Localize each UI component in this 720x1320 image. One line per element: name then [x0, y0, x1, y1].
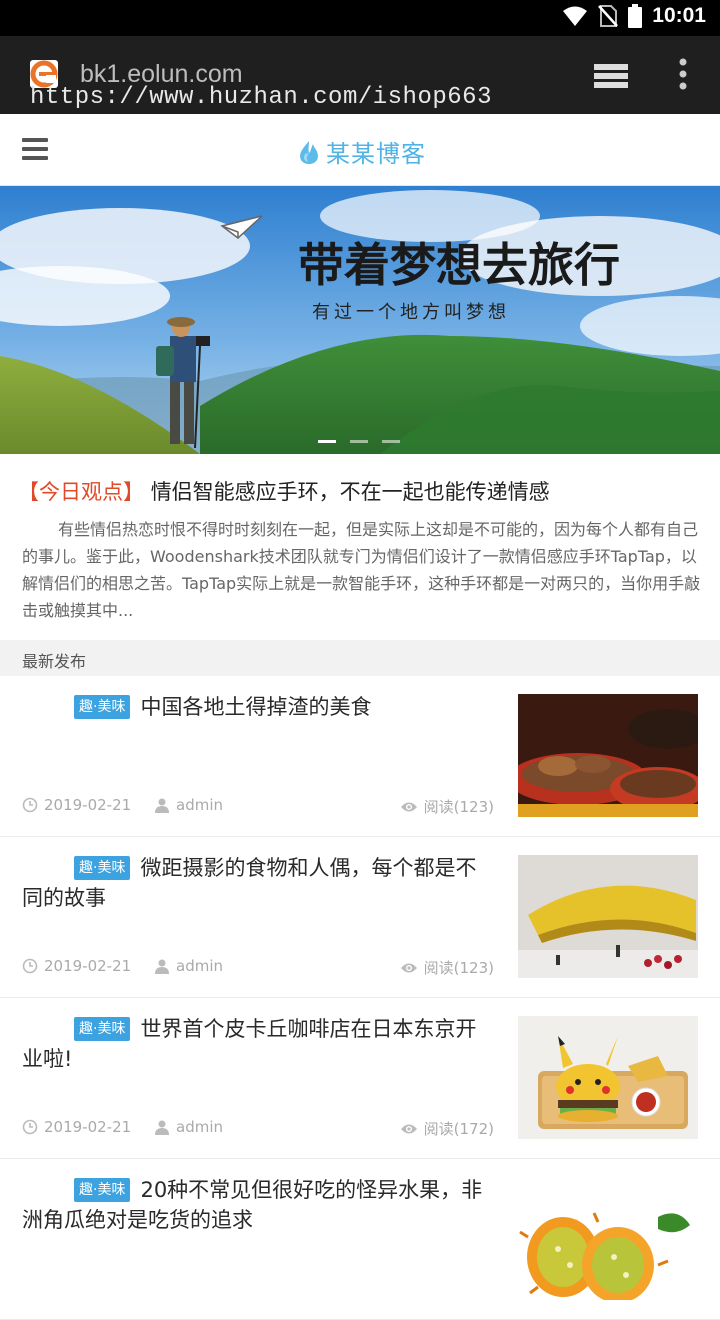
list-item[interactable]: 趣·美味 微距摄影的食物和人偶，每个都是不同的故事 2019-02-21 admi…: [0, 837, 720, 998]
list-item[interactable]: 趣·美味 中国各地土得掉渣的美食 2019-02-21 admin 阅读(123): [0, 676, 720, 837]
post-meta: 2019-02-21 admin 阅读(123): [22, 796, 494, 818]
status-bar: 10:01: [0, 0, 720, 36]
user-icon: [155, 1120, 169, 1135]
post-title-block[interactable]: 趣·美味 世界首个皮卡丘咖啡店在日本东京开业啦!: [22, 1014, 492, 1074]
post-meta: 2019-02-21 admin 阅读(172): [22, 1118, 494, 1140]
list-item[interactable]: 趣·美味 世界首个皮卡丘咖啡店在日本东京开业啦! 2019-02-21 admin…: [0, 998, 720, 1159]
featured-tag: 【今日观点】: [18, 480, 144, 504]
post-title-block[interactable]: 趣·美味 微距摄影的食物和人偶，每个都是不同的故事: [22, 853, 492, 913]
post-list: 趣·美味 中国各地土得掉渣的美食 2019-02-21 admin 阅读(123): [0, 676, 720, 1320]
post-meta: 2019-02-21 admin 阅读(123): [22, 957, 494, 979]
user-icon: [155, 798, 169, 813]
post-author[interactable]: admin: [154, 1118, 223, 1136]
clock-time: 10:01: [652, 4, 706, 27]
browser-toolbar: bk1.eolun.com https://www.huzhan.com/ish…: [0, 36, 720, 114]
section-title: 最新发布: [22, 652, 87, 671]
site-header: 某某博客: [0, 114, 720, 186]
post-reads: 阅读(123): [400, 796, 494, 817]
wifi-icon: [563, 6, 588, 26]
eye-icon: [400, 802, 417, 811]
battery-icon: [628, 4, 643, 28]
no-sim-icon: [598, 5, 619, 27]
clock-icon: [22, 797, 38, 813]
post-thumbnail[interactable]: [518, 694, 698, 817]
site-logo[interactable]: 某某博客: [296, 134, 426, 169]
category-badge[interactable]: 趣·美味: [74, 695, 131, 719]
category-badge[interactable]: 趣·美味: [74, 1017, 131, 1041]
clock-icon: [22, 1119, 38, 1135]
logo-text: 某某博客: [326, 140, 426, 168]
featured-title[interactable]: 情侣智能感应手环，不在一起也能传递情感: [151, 480, 550, 504]
featured-title-line[interactable]: 【今日观点】 情侣智能感应手环，不在一起也能传递情感: [18, 476, 550, 506]
hamburger-menu-icon[interactable]: [22, 138, 48, 162]
post-date: 2019-02-21: [22, 957, 131, 975]
list-item[interactable]: 趣·美味 20种不常见但很好吃的怪异水果，非洲角瓜绝对是吃货的追求: [0, 1159, 720, 1320]
featured-excerpt: 有些情侣热恋时恨不得时时刻刻在一起，但是实际上这却是不可能的，因为每个人都有自己…: [22, 520, 701, 620]
post-author[interactable]: admin: [154, 957, 223, 975]
banner-subline: 有过一个地方叫梦想: [312, 302, 510, 323]
post-title[interactable]: 中国各地土得掉渣的美食: [140, 695, 371, 719]
featured-article[interactable]: 【今日观点】 情侣智能感应手环，不在一起也能传递情感 有些情侣热恋时恨不得时时刻…: [0, 454, 720, 640]
clock-icon: [22, 958, 38, 974]
post-title-block[interactable]: 趣·美味 中国各地土得掉渣的美食: [22, 692, 492, 722]
post-thumbnail[interactable]: [518, 855, 698, 978]
hero-banner[interactable]: 带着梦想去旅行 有过一个地方叫梦想: [0, 186, 720, 454]
post-title-block[interactable]: 趣·美味 20种不常见但很好吃的怪异水果，非洲角瓜绝对是吃货的追求: [22, 1175, 492, 1235]
category-badge[interactable]: 趣·美味: [74, 856, 131, 880]
post-thumbnail[interactable]: [518, 1177, 698, 1300]
eye-icon: [400, 963, 417, 972]
flame-logo-icon: [300, 140, 318, 164]
eye-icon: [400, 1124, 417, 1133]
category-badge[interactable]: 趣·美味: [74, 1178, 131, 1202]
post-date: 2019-02-21: [22, 1118, 131, 1136]
carousel-dot[interactable]: [382, 440, 400, 443]
user-icon: [155, 959, 169, 974]
post-author[interactable]: admin: [154, 796, 223, 814]
tabs-icon[interactable]: [592, 62, 630, 92]
post-reads: 阅读(172): [400, 1118, 494, 1139]
post-thumbnail[interactable]: [518, 1016, 698, 1139]
post-date: 2019-02-21: [22, 796, 131, 814]
more-vertical-icon[interactable]: [678, 58, 688, 92]
watermark-url: https://www.huzhan.com/ishop663: [30, 84, 492, 111]
post-reads: 阅读(123): [400, 957, 494, 978]
carousel-indicators: [318, 440, 400, 443]
section-header: 最新发布: [0, 640, 720, 676]
carousel-dot[interactable]: [350, 440, 368, 443]
banner-headline: 带着梦想去旅行: [298, 238, 620, 292]
carousel-dot[interactable]: [318, 440, 336, 443]
